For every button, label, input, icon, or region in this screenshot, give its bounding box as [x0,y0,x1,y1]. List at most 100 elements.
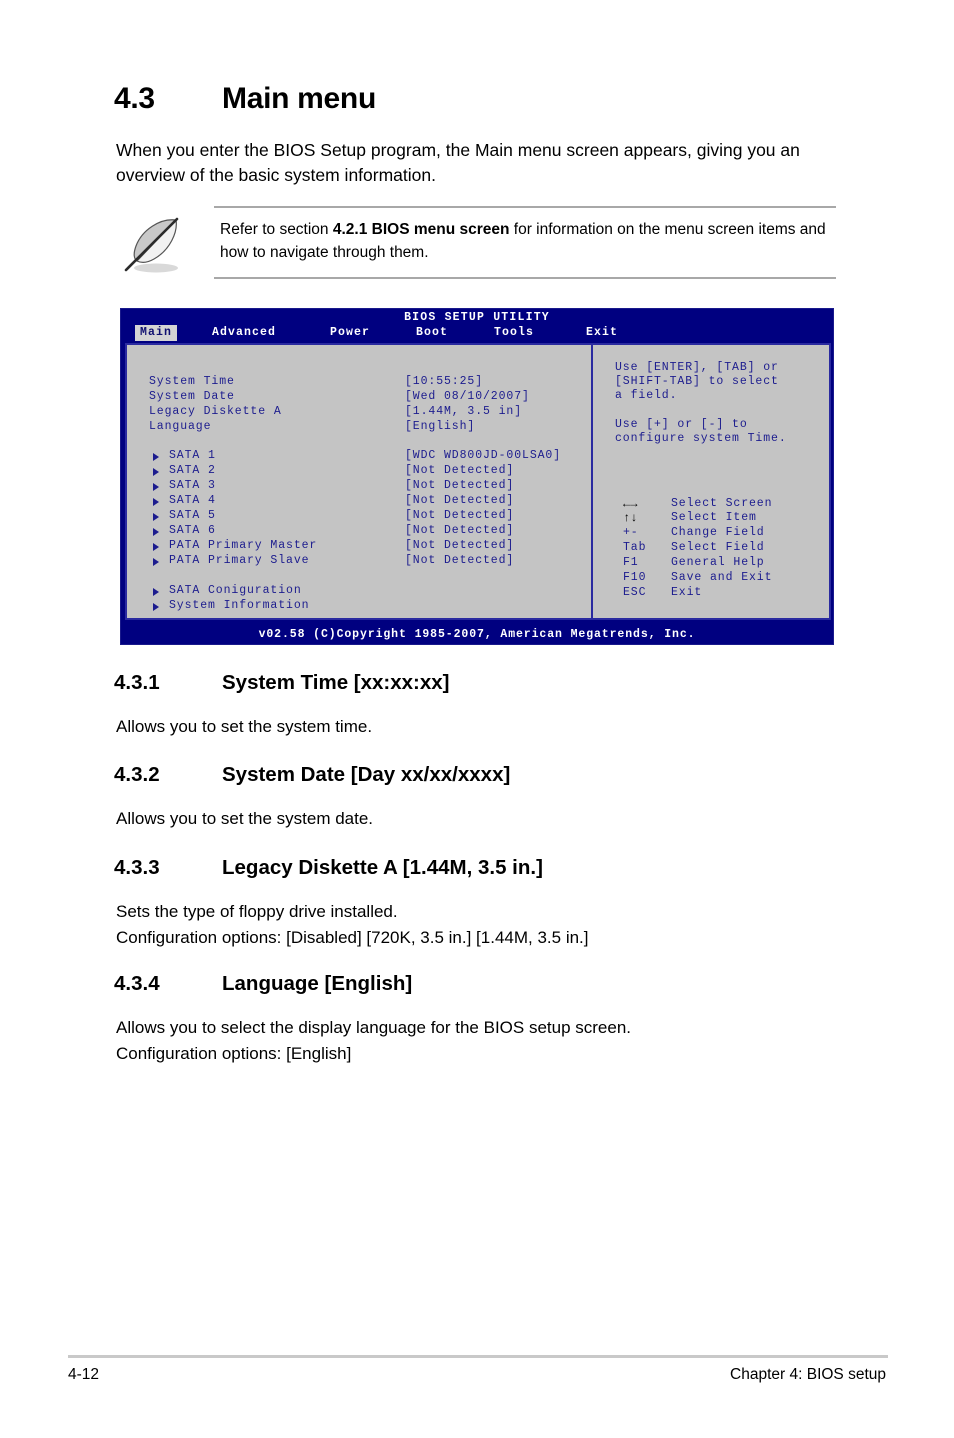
section-heading-4-3-1: 4.3.1 System Time [xx:xx:xx] [114,671,450,695]
section-number: 4.3.1 [114,671,160,694]
bios-key-description: Select Field [671,541,765,554]
section-number: 4.3.2 [114,763,160,786]
bios-key-description: Select Item [671,511,757,524]
bios-setting-label: SATA 3 [169,479,216,492]
note-prefix: Refer to section [220,221,333,238]
bios-setting-label: SATA 1 [169,449,216,462]
bios-help-line: configure system Time. [615,432,787,445]
bios-setting-row[interactable]: SATA 6 [Not Detected] [127,524,591,539]
submenu-arrow-icon [153,528,159,537]
bios-setting-row[interactable]: System Information [127,599,591,614]
document-page: 4.3 Main menu When you enter the BIOS Set… [0,0,954,1438]
section-body-4-3-4: Allows you to select the display languag… [116,1018,632,1063]
bios-setting-value[interactable]: [Not Detected] [405,464,514,479]
bios-setting-value[interactable]: [Not Detected] [405,494,514,509]
footer-divider [68,1355,888,1358]
bios-key-legend-row: F1 General Help [593,556,829,571]
note-bold-reference: 4.2.1 BIOS menu screen [332,221,510,238]
bios-menu-bar: Main Advanced Power Boot Tools Exit [121,325,833,341]
bios-setting-value[interactable]: [Not Detected] [405,524,514,539]
bios-setting-row[interactable]: SATA 3 [Not Detected] [127,479,591,494]
bios-help-pane: Use [ENTER], [TAB] or [SHIFT-TAB] to sele… [593,345,829,618]
bios-setting-row[interactable]: Legacy Diskette A [1.44M, 3.5 in] [127,405,591,420]
arrow-keys-icon: ←→ [623,497,638,511]
chapter-label: Chapter 4: BIOS setup [730,1366,886,1383]
bios-tab-tools[interactable]: Tools [489,325,539,341]
section-body-4-3-2: Allows you to set the system date. [116,809,374,828]
note-callout: Refer to section 4.2.1 BIOS menu screen … [116,206,836,279]
section-heading-4-3-3: 4.3.3 Legacy Diskette A [1.44M, 3.5 in.] [114,856,543,880]
arrow-keys-icon: ↑↓ [623,511,638,525]
submenu-arrow-icon [153,498,159,507]
submenu-arrow-icon [153,453,159,462]
bios-key-description: Save and Exit [671,571,773,584]
submenu-arrow-icon [153,483,159,492]
bios-tab-advanced[interactable]: Advanced [207,325,281,341]
bios-setting-value[interactable]: [Not Detected] [405,539,514,554]
bios-key-description: Change Field [671,526,765,539]
bios-setting-row[interactable]: SATA Coniguration [127,584,591,599]
bios-setting-label: PATA Primary Master [169,539,318,552]
bios-key-description: General Help [671,556,765,569]
bios-key-cap: +- [623,526,639,539]
bios-key-legend-row: ←→ Select Screen [593,497,829,512]
bios-key-legend-row: ESC Exit [593,586,829,601]
note-body: Refer to section 4.2.1 BIOS menu screen … [214,206,836,279]
feather-pen-icon [120,214,186,276]
bios-help-line: Use [ENTER], [TAB] or [615,361,779,374]
bios-setting-label: Language [149,420,212,433]
bios-setup-screenshot: BIOS SETUP UTILITY Main Advanced Power Boot… [120,308,834,645]
bios-tab-boot[interactable]: Boot [411,325,453,341]
bios-setting-row[interactable]: PATA Primary Master [Not Detected] [127,539,591,554]
section-title: System Date [Day xx/xx/xxxx] [222,763,511,786]
intro-paragraph: When you enter the BIOS Setup program, t… [116,140,800,186]
bios-setting-row[interactable]: Language [English] [127,420,591,435]
bios-setting-value[interactable]: [1.44M, 3.5 in] [405,405,522,420]
submenu-arrow-icon [153,558,159,567]
bios-setting-label: SATA 2 [169,464,216,477]
bios-setting-row[interactable]: System Time [10:55:25] [127,375,591,390]
bios-setting-row[interactable]: SATA 1 [WDC WD800JD-00LSA0] [127,449,591,464]
bios-version-footer: v02.58 (C)Copyright 1985-2007, American … [121,626,833,644]
bios-setting-label: System Time [149,375,235,388]
bios-setting-value[interactable]: [Not Detected] [405,479,514,494]
submenu-arrow-icon [153,543,159,552]
bios-help-line: Use [+] or [-] to [615,418,748,431]
section-number: 4.3.3 [114,856,160,879]
bios-setting-row[interactable]: SATA 5 [Not Detected] [127,509,591,524]
bios-setting-value[interactable]: [WDC WD800JD-00LSA0] [405,449,561,464]
bios-setting-label: SATA 6 [169,524,216,537]
section-title: System Time [xx:xx:xx] [222,671,450,694]
submenu-arrow-icon [153,468,159,477]
bios-key-description: Select Screen [671,497,773,510]
bios-setting-label: System Information [169,599,310,612]
bios-setting-value[interactable]: [Wed 08/10/2007] [405,390,530,405]
bios-setting-row[interactable]: SATA 4 [Not Detected] [127,494,591,509]
bios-setting-row[interactable]: PATA Primary Slave [Not Detected] [127,554,591,569]
bios-setting-label: System Date [149,390,235,403]
bios-setting-value[interactable]: [10:55:25] [405,375,483,390]
bios-settings-pane: System Time [10:55:25] System Date [Wed 08/… [127,345,593,618]
bios-setting-value[interactable]: [Not Detected] [405,554,514,569]
note-text: Refer to section 4.2.1 BIOS menu screen … [220,218,836,265]
bios-setting-label: SATA Coniguration [169,584,302,597]
section-heading-4-3-2: 4.3.2 System Date [Day xx/xx/xxxx] [114,763,510,787]
bios-setting-value[interactable]: [Not Detected] [405,509,514,524]
page-title-text: Main menu [222,82,376,115]
bios-setting-label: PATA Primary Slave [169,554,310,567]
bios-key-legend-row: F10 Save and Exit [593,571,829,586]
page-title: 4.3 Main menu [114,82,376,116]
section-title: Language [English] [222,972,413,995]
bios-key-cap: Tab [623,541,647,554]
bios-setting-row[interactable]: SATA 2 [Not Detected] [127,464,591,479]
bios-setting-value[interactable]: [English] [405,420,475,435]
bios-tab-main[interactable]: Main [135,325,178,341]
bios-key-description: Exit [671,586,703,599]
bios-tab-exit[interactable]: Exit [581,325,623,341]
bios-tab-power[interactable]: Power [325,325,375,341]
bios-key-cap: F1 [623,556,639,569]
page-number: 4-12 [68,1366,100,1383]
bios-key-legend-row: Tab Select Field [593,541,829,556]
bios-setting-label: SATA 4 [169,494,216,507]
bios-setting-row[interactable]: System Date [Wed 08/10/2007] [127,390,591,405]
